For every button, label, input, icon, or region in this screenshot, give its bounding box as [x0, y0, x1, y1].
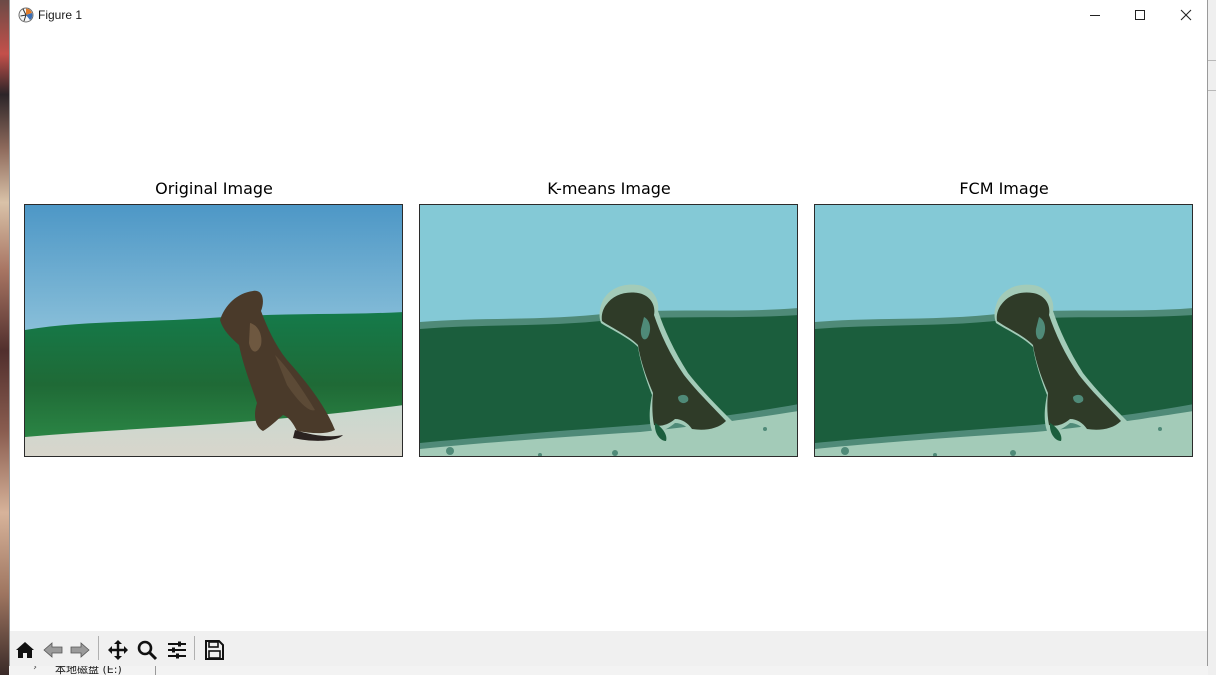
close-icon: [1180, 9, 1192, 21]
save-button[interactable]: [201, 637, 227, 663]
toolbar-divider: [98, 636, 99, 660]
save-icon: [205, 640, 224, 660]
back-arrow-icon: [43, 642, 63, 658]
figure-canvas[interactable]: Original Image K-means Image FCM Image: [10, 31, 1207, 631]
panel-title-fcm: FCM Image: [959, 179, 1049, 198]
background-window-edge: [1208, 0, 1216, 675]
window-title: Figure 1: [38, 8, 83, 22]
figure-window: Figure 1 Original Image K-means Image FC…: [9, 0, 1208, 666]
matplotlib-icon: [18, 7, 34, 23]
pan-button[interactable]: [105, 637, 131, 663]
background-explorer-strip: › 本地磁盘 (E:): [9, 666, 1208, 675]
explorer-divider: [155, 666, 156, 675]
navigation-toolbar: [10, 631, 1207, 666]
configure-subplots-button[interactable]: [164, 637, 190, 663]
configure-subplots-icon: [168, 641, 186, 659]
zoom-icon: [137, 640, 158, 661]
back-button[interactable]: [40, 637, 66, 663]
close-button[interactable]: [1163, 0, 1207, 31]
explorer-drive-label: 本地磁盘 (E:): [55, 666, 122, 675]
minimize-button[interactable]: [1072, 0, 1118, 31]
desktop-background: [0, 0, 9, 675]
pan-icon: [108, 640, 128, 660]
title-bar[interactable]: Figure 1: [10, 0, 1207, 31]
original-image-axes[interactable]: [24, 204, 403, 457]
forward-button[interactable]: [67, 637, 93, 663]
maximize-button[interactable]: [1117, 0, 1163, 31]
original-image: [25, 205, 402, 456]
home-icon: [16, 642, 34, 658]
kmeans-image-axes[interactable]: [419, 204, 798, 457]
kmeans-image: [420, 205, 797, 456]
toolbar-divider: [194, 636, 195, 660]
panel-title-kmeans: K-means Image: [547, 179, 671, 198]
zoom-button[interactable]: [134, 637, 160, 663]
forward-arrow-icon: [70, 642, 90, 658]
panel-title-original: Original Image: [155, 179, 273, 198]
minimize-icon: [1090, 15, 1100, 16]
fcm-image: [815, 205, 1192, 456]
home-button[interactable]: [12, 637, 38, 663]
maximize-icon: [1135, 10, 1145, 20]
chevron-right-icon: ›: [33, 666, 37, 673]
fcm-image-axes[interactable]: [814, 204, 1193, 457]
